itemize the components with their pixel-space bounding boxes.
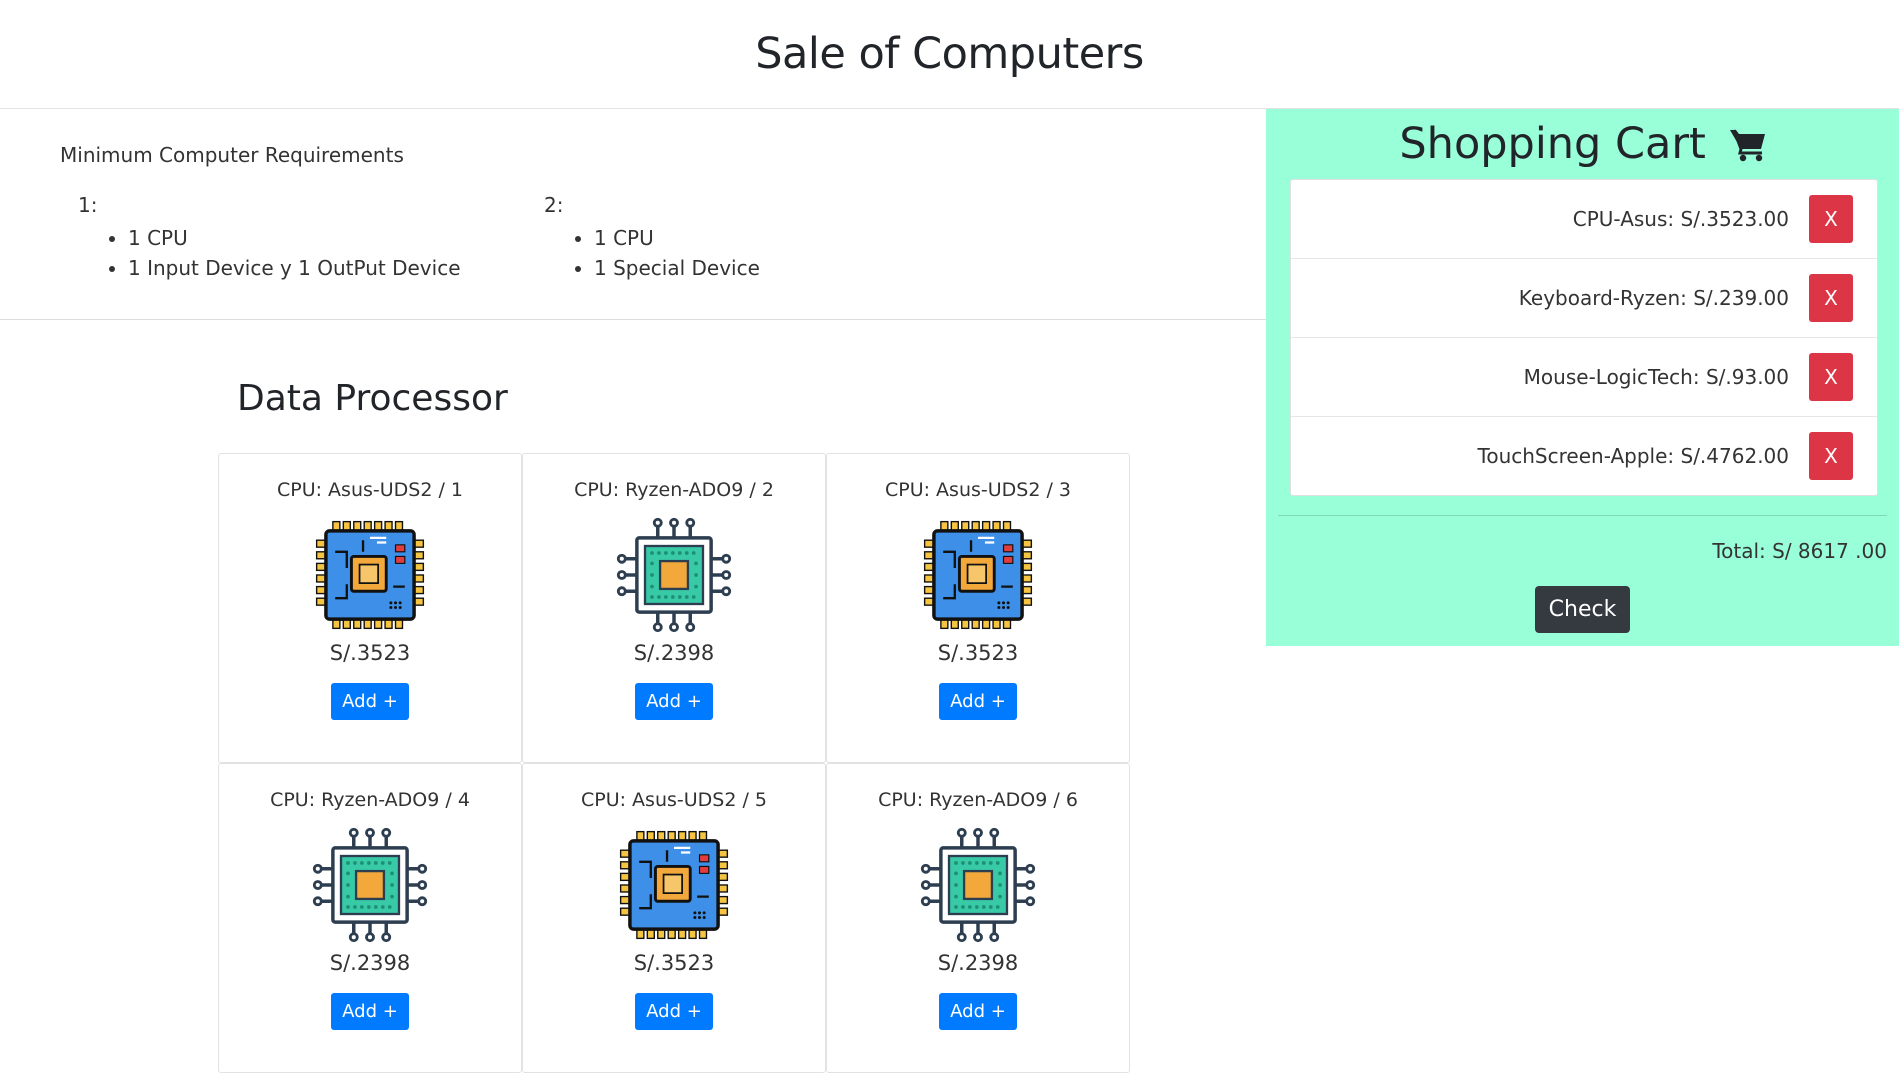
requirement-item: 1 CPU (128, 223, 461, 253)
processor-chip-icon (616, 517, 732, 633)
product-card: CPU: Ryzen-ADO9 / 4 S/.2398 Add + (218, 763, 522, 1073)
product-price: S/.2398 (633, 641, 715, 665)
requirement-item: 1 Special Device (594, 253, 760, 283)
motherboard-chip-icon (920, 517, 1036, 633)
processor-chip-icon (312, 827, 428, 943)
cart-item: TouchScreen-Apple: S/.4762.00 X (1291, 417, 1877, 495)
product-card: CPU: Ryzen-ADO9 / 6 S/.2398 Add + (826, 763, 1130, 1073)
cart-title: Shopping Cart (1266, 119, 1899, 169)
add-to-cart-button[interactable]: Add + (939, 683, 1017, 720)
cart-item: Keyboard-Ryzen: S/.239.00 X (1291, 259, 1877, 338)
add-to-cart-button[interactable]: Add + (331, 993, 409, 1030)
requirement-item: 1 Input Device y 1 OutPut Device (128, 253, 461, 283)
requirement-item: 1 CPU (594, 223, 760, 253)
cart-item-label: Keyboard-Ryzen: S/.239.00 (1518, 286, 1789, 310)
product-name: CPU: Ryzen-ADO9 / 4 (270, 789, 470, 811)
section-title: Data Processor (237, 378, 508, 419)
cart-total: Total: S/ 8617 .00 (1712, 539, 1887, 563)
product-name: CPU: Asus-UDS2 / 5 (580, 789, 768, 811)
cart-item-label: CPU-Asus: S/.3523.00 (1572, 207, 1789, 231)
product-name: CPU: Ryzen-ADO9 / 2 (574, 479, 774, 501)
product-card: CPU: Asus-UDS2 / 1 S/.3523 Add + (218, 453, 522, 763)
product-card: CPU: Asus-UDS2 / 5 S/.3523 Add + (522, 763, 826, 1073)
add-to-cart-button[interactable]: Add + (331, 683, 409, 720)
product-grid: CPU: Asus-UDS2 / 1 S/.3523 Add + CPU: Ry… (218, 453, 1131, 1073)
processor-chip-icon (920, 827, 1036, 943)
product-card: CPU: Asus-UDS2 / 3 S/.3523 Add + (826, 453, 1130, 763)
requirement-option-number: 1: (78, 193, 98, 217)
remove-item-button[interactable]: X (1809, 195, 1853, 243)
requirements-heading: Minimum Computer Requirements (60, 143, 404, 167)
requirement-option-1: 1: 1 CPU 1 Input Device y 1 OutPut Devic… (78, 193, 461, 283)
add-to-cart-button[interactable]: Add + (939, 993, 1017, 1030)
cart-items-list: CPU-Asus: S/.3523.00 X Keyboard-Ryzen: S… (1290, 179, 1878, 496)
requirement-option-number: 2: (544, 193, 564, 217)
remove-item-button[interactable]: X (1809, 353, 1853, 401)
shopping-cart-panel: Shopping Cart CPU-Asus: S/.3523.00 X Key… (1266, 109, 1899, 646)
product-price: S/.2398 (937, 951, 1019, 975)
page-title: Sale of Computers (755, 29, 1144, 79)
shopping-cart-icon (1729, 129, 1765, 162)
motherboard-chip-icon (616, 827, 732, 943)
product-name: CPU: Asus-UDS2 / 1 (276, 479, 464, 501)
product-name: CPU: Ryzen-ADO9 / 6 (878, 789, 1078, 811)
motherboard-chip-icon (312, 517, 428, 633)
cart-divider (1278, 515, 1887, 516)
remove-item-button[interactable]: X (1809, 432, 1853, 480)
product-price: S/.3523 (329, 641, 411, 665)
remove-item-button[interactable]: X (1809, 274, 1853, 322)
add-to-cart-button[interactable]: Add + (635, 683, 713, 720)
product-card: CPU: Ryzen-ADO9 / 2 S/.2398 Add + (522, 453, 826, 763)
cart-item: Mouse-LogicTech: S/.93.00 X (1291, 338, 1877, 417)
product-price: S/.3523 (633, 951, 715, 975)
cart-item: CPU-Asus: S/.3523.00 X (1291, 180, 1877, 259)
add-to-cart-button[interactable]: Add + (635, 993, 713, 1030)
product-name: CPU: Asus-UDS2 / 3 (884, 479, 1072, 501)
cart-item-label: Mouse-LogicTech: S/.93.00 (1523, 365, 1789, 389)
cart-title-text: Shopping Cart (1399, 119, 1706, 169)
check-button[interactable]: Check (1535, 586, 1630, 633)
product-price: S/.3523 (937, 641, 1019, 665)
product-price: S/.2398 (329, 951, 411, 975)
requirements-divider (0, 319, 1266, 320)
requirement-option-2: 2: 1 CPU 1 Special Device (544, 193, 760, 283)
requirements-section: Minimum Computer Requirements 1: 1 CPU 1… (0, 109, 1266, 319)
cart-item-label: TouchScreen-Apple: S/.4762.00 (1477, 444, 1789, 468)
